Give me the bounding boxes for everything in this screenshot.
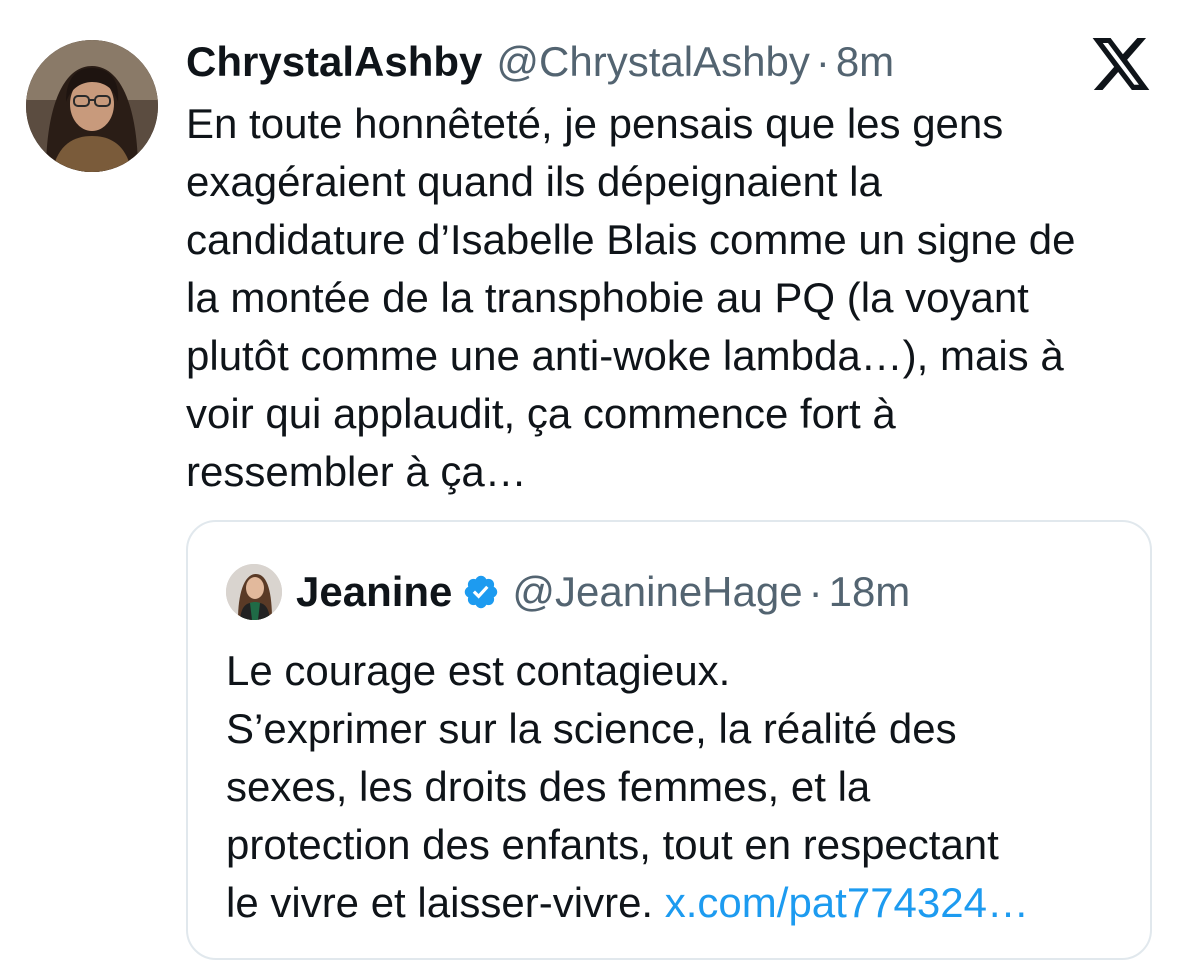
quoted-text-line: S’exprimer sur la science, la réalité de… [226,705,957,752]
author-display-name[interactable]: ChrystalAshby [186,38,482,86]
author-handle[interactable]: @ChrystalAshby [496,38,809,86]
tweet-text-line: exagéraient quand ils dépeignaient la [186,158,882,205]
quoted-tweet-link[interactable]: x.com/pat774324… [665,879,1029,926]
quoted-author-display-name[interactable]: Jeanine [296,568,452,616]
quoted-tweet-timestamp[interactable]: 18m [829,568,911,616]
verified-badge-icon [465,575,498,609]
quoted-text-fragment: le vivre et laisser-vivre. [226,879,665,926]
quoted-text-line-last: le vivre et laisser-vivre. x.com/pat7743… [226,874,1126,932]
tweet-screenshot: ChrystalAshby @ChrystalAshby · 8m En tou… [0,0,1179,966]
tweet-timestamp[interactable]: 8m [836,38,894,86]
quoted-text-line: Le courage est contagieux. [226,647,731,694]
quoted-tweet-card[interactable]: Jeanine @JeanineHage · 18m Le courage es… [186,520,1152,960]
tweet-text-line: candidature d’Isabelle Blais comme un si… [186,216,1076,263]
quoted-header-separator: · [808,568,823,615]
tweet-text-line: ressembler à ça… [186,448,527,495]
tweet-text-line: la montée de la transphobie au PQ (la vo… [186,274,1029,321]
tweet-header: ChrystalAshby @ChrystalAshby · 8m [186,34,894,90]
quoted-text-line: protection des enfants, tout en respecta… [226,821,999,868]
quoted-author-handle[interactable]: @JeanineHage [512,568,802,616]
tweet-text-line: plutôt comme une anti-woke lambda…), mai… [186,332,1064,379]
x-logo-icon [1092,38,1150,90]
tweet-text-line: En toute honnêteté, je pensais que les g… [186,100,1004,147]
quoted-author-avatar[interactable] [226,564,282,620]
author-avatar[interactable] [26,40,158,172]
quoted-tweet-body: Le courage est contagieux. S’exprimer su… [226,642,1126,932]
header-separator: · [815,38,830,85]
tweet-text-line: voir qui applaudit, ça commence fort à [186,390,896,437]
quoted-tweet-header: Jeanine @JeanineHage · 18m [296,562,910,622]
quoted-text-line: sexes, les droits des femmes, et la [226,763,871,810]
tweet-body: En toute honnêteté, je pensais que les g… [186,95,1166,501]
